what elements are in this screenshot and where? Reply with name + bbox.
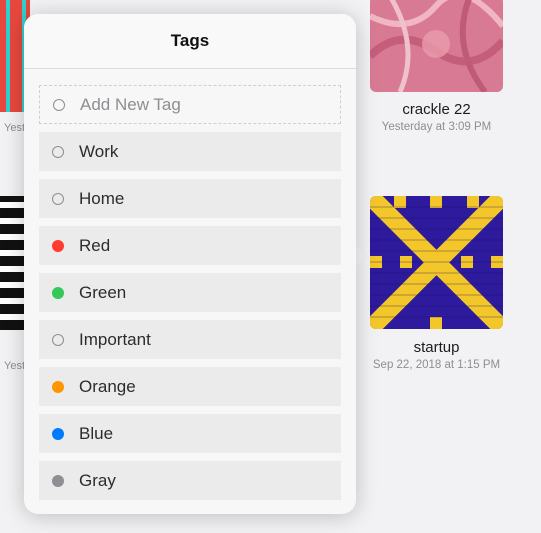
tag-label: Important [79,329,151,349]
empty-circle-icon [52,145,64,158]
tag-item-home[interactable]: Home [39,179,341,218]
popover-title: Tags [170,31,210,50]
startup-date: Sep 22, 2018 at 1:15 PM [372,359,501,371]
crackle-date: Yesterday at 3:09 PM [381,121,492,133]
tag-label: Orange [79,376,136,396]
tag-item-work[interactable]: Work [39,132,341,171]
tag-label: Red [79,235,111,255]
crackle-pattern-image [370,0,503,92]
tag-list: Add New Tag Work Home Red Green Important Ora… [39,85,341,508]
empty-circle-icon [52,192,64,205]
popover-header: Tags [24,14,356,69]
color-dot-icon [52,380,64,393]
tag-item-important[interactable]: Important [39,320,341,359]
tag-label: Gray [79,470,116,490]
add-new-tag-label: Add New Tag [80,94,181,114]
empty-circle-icon [53,98,65,111]
left-date-fragment-2: Yest [4,360,26,372]
crackle-thumbnail[interactable] [370,0,503,92]
left-pattern-bottom[interactable] [0,196,24,330]
tag-label: Home [79,188,125,208]
color-dot-icon [52,474,64,487]
color-dot-icon [52,427,64,440]
tag-item-green[interactable]: Green [39,273,341,312]
tag-item-gray[interactable]: Gray [39,461,341,500]
crackle-title: crackle 22 [402,101,471,118]
tag-label: Green [79,282,127,302]
color-dot-icon [52,286,64,299]
color-dot-icon [52,239,64,252]
left-date-fragment-1: Yest [4,122,26,134]
tag-item-blue[interactable]: Blue [39,414,341,453]
startup-thumbnail[interactable] [370,196,503,329]
tag-label: Work [79,141,119,161]
tag-item-red[interactable]: Red [39,226,341,265]
tag-label: Blue [79,423,114,443]
empty-circle-icon [52,333,64,346]
startup-pattern-image [370,196,503,329]
tag-item-orange[interactable]: Orange [39,367,341,406]
add-new-tag-button[interactable]: Add New Tag [39,85,341,124]
tags-popover: Tags Add New Tag Work Home Red Green Importa… [24,14,356,514]
startup-title: startup [413,339,460,356]
